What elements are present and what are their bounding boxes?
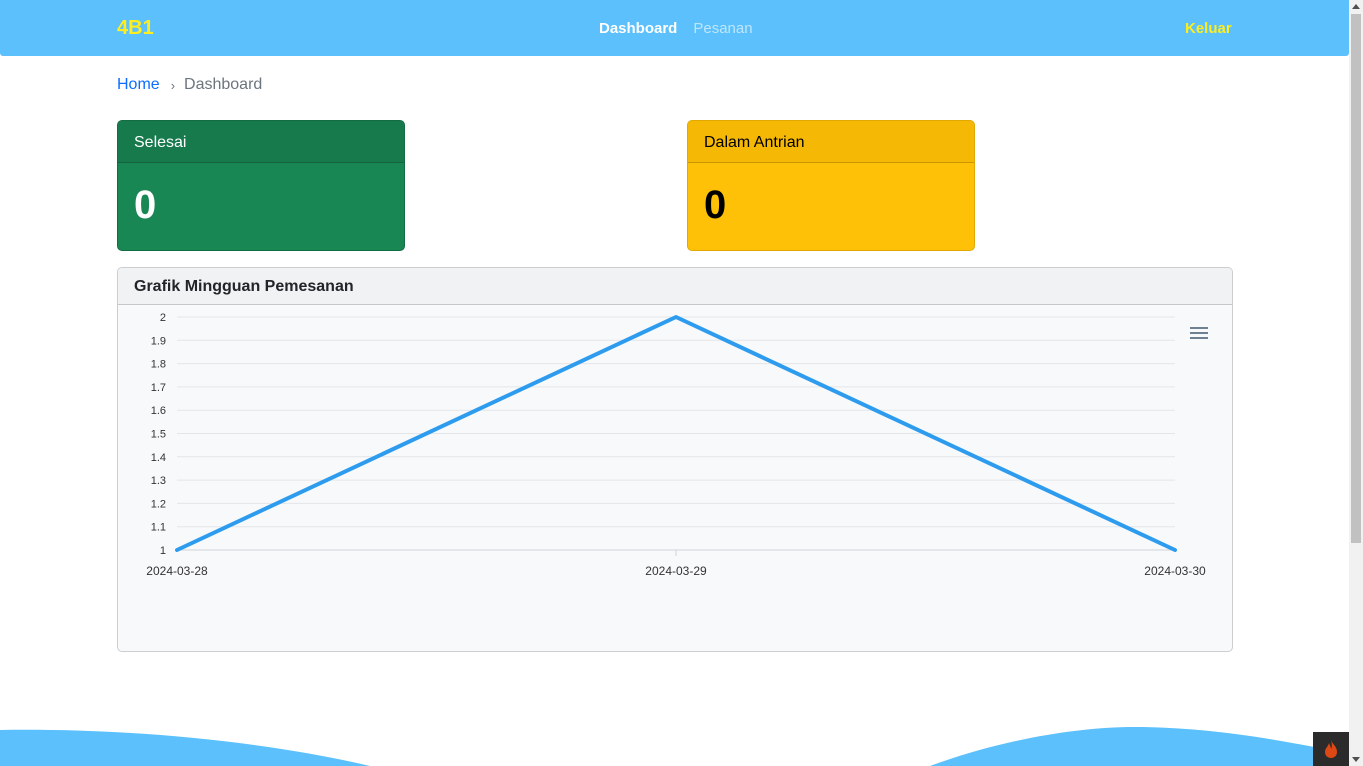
y-tick-label: 1.5 — [151, 429, 166, 441]
nav-dashboard[interactable]: Dashboard — [599, 20, 677, 37]
line-chart: 1 1.1 1.2 1.3 1.4 1.5 1.6 1.7 1.8 1.9 2 2024-03-28 2… — [146, 312, 1206, 578]
stat-card-queue-label: Dalam Antrian — [688, 121, 974, 163]
y-tick-label: 2 — [160, 312, 166, 324]
footer-wave — [0, 726, 1349, 766]
breadcrumb-current: Dashboard — [184, 76, 263, 93]
weekly-orders-chart-card: Grafik Mingguan Pemesanan 1 1.1 1.2 1.3 1.4 1… — [117, 267, 1233, 652]
data-point — [176, 549, 178, 551]
scroll-thumb[interactable] — [1351, 14, 1361, 543]
stat-card-done-label: Selesai — [118, 121, 404, 163]
y-tick-label: 1.6 — [151, 405, 166, 417]
x-tick-label: 2024-03-28 — [146, 564, 208, 578]
brand-logo[interactable]: 4B1 — [117, 17, 154, 40]
x-tick-label: 2024-03-29 — [645, 564, 707, 578]
nav-links: Dashboard Pesanan — [599, 20, 753, 37]
chart-area: 1 1.1 1.2 1.3 1.4 1.5 1.6 1.7 1.8 1.9 2 2024-03-28 2… — [118, 305, 1232, 651]
y-tick-label: 1.2 — [151, 498, 166, 510]
stat-card-queue-value: 0 — [704, 183, 727, 227]
vertical-scrollbar[interactable] — [1349, 0, 1363, 766]
y-tick-label: 1.4 — [151, 452, 166, 464]
nav-pesanan[interactable]: Pesanan — [693, 20, 752, 37]
stat-card-done-value: 0 — [134, 183, 157, 227]
hamburger-menu-icon[interactable] — [1190, 327, 1208, 341]
y-tick-label: 1 — [160, 545, 166, 557]
top-navbar: 4B1 Dashboard Pesanan Keluar — [0, 0, 1349, 56]
x-tick-label: 2024-03-30 — [1144, 564, 1206, 578]
y-tick-label: 1.3 — [151, 475, 166, 487]
stat-card-done: Selesai 0 — [117, 120, 405, 251]
breadcrumb-separator-icon: › — [170, 77, 176, 93]
stat-card-queue: Dalam Antrian 0 — [687, 120, 975, 251]
debug-toolbar-flame-icon[interactable] — [1313, 732, 1349, 766]
data-point — [1174, 549, 1176, 551]
breadcrumb: Home › Dashboard — [117, 76, 262, 94]
breadcrumb-home-link[interactable]: Home — [117, 76, 160, 94]
data-point — [675, 316, 677, 318]
chart-card-title: Grafik Mingguan Pemesanan — [118, 268, 1232, 305]
scroll-up-arrow-icon[interactable] — [1352, 4, 1360, 9]
y-tick-label: 1.1 — [151, 522, 166, 534]
y-tick-label: 1.7 — [151, 382, 166, 394]
scroll-down-arrow-icon[interactable] — [1352, 757, 1360, 762]
logout-link[interactable]: Keluar — [1185, 20, 1232, 37]
y-tick-label: 1.8 — [151, 359, 166, 371]
y-tick-label: 1.9 — [151, 335, 166, 347]
